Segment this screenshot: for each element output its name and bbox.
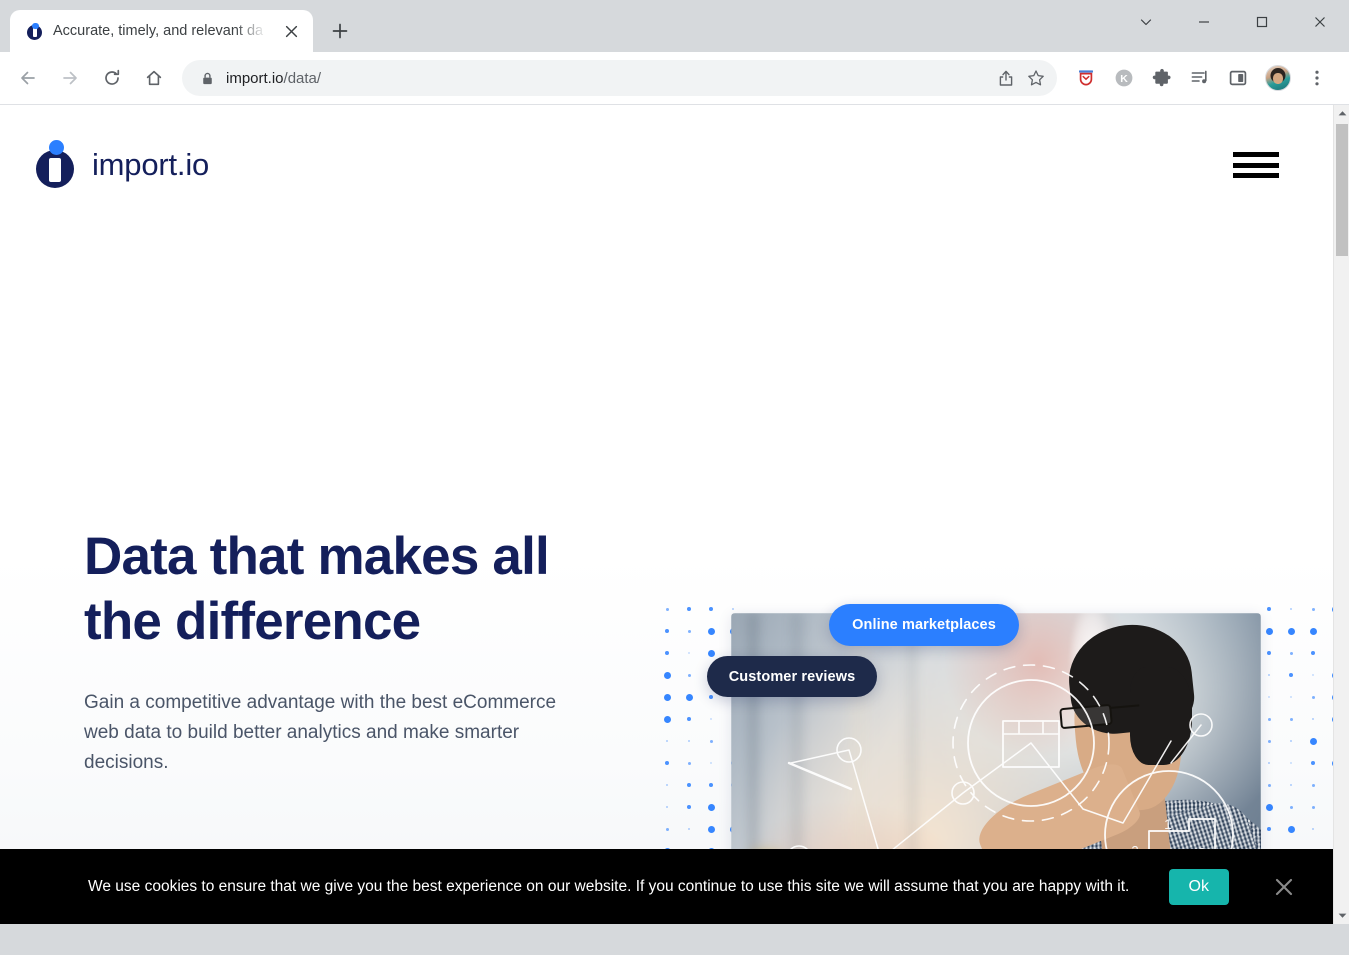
url-host: import.io (226, 69, 284, 87)
tab-strip: Accurate, timely, and relevant da (0, 0, 1117, 52)
cookie-close-icon[interactable] (1269, 872, 1299, 902)
tab-title: Accurate, timely, and relevant da (53, 23, 264, 39)
browser-toolbar: import.io/data/ K (0, 52, 1349, 104)
tab-search-chevron-down-icon[interactable] (1117, 0, 1175, 44)
browser-titlebar: Accurate, timely, and relevant da (0, 0, 1349, 52)
reload-icon[interactable] (92, 58, 132, 98)
scrollbar-up-arrow-icon[interactable] (1334, 105, 1349, 122)
page-title: Data that makes all the difference (84, 525, 624, 654)
share-icon[interactable] (991, 63, 1021, 93)
page-scrollbar[interactable] (1333, 105, 1349, 924)
eyeglasses (1058, 703, 1113, 729)
svg-text:K: K (1120, 73, 1128, 85)
cookie-consent-banner: We use cookies to ensure that we give yo… (0, 849, 1333, 924)
window-controls (1117, 0, 1349, 52)
importio-logo-favicon-icon (26, 22, 43, 40)
browser-window: Accurate, timely, and relevant da import… (0, 0, 1349, 955)
web-page: import.io Data that makes all the differ… (0, 105, 1333, 924)
cookie-accept-button[interactable]: Ok (1168, 868, 1229, 905)
media-playlist-icon[interactable] (1183, 61, 1217, 95)
importio-logo-icon (32, 140, 76, 190)
profile-avatar[interactable] (1261, 61, 1295, 95)
puzzle-extensions-icon[interactable] (1145, 61, 1179, 95)
lock-icon (198, 69, 216, 87)
shield-extension-icon[interactable] (1069, 61, 1103, 95)
page-viewport: import.io Data that makes all the differ… (0, 104, 1349, 924)
hero-title-line-2: the difference (84, 591, 421, 651)
bookmark-star-icon[interactable] (1021, 63, 1051, 93)
maximize-icon[interactable] (1233, 0, 1291, 44)
browser-tab[interactable]: Accurate, timely, and relevant da (10, 10, 313, 52)
url-text: import.io/data/ (226, 70, 991, 87)
hamburger-menu-icon[interactable] (1233, 150, 1279, 180)
three-dot-menu-icon[interactable] (1297, 58, 1337, 98)
arrow-right-icon[interactable] (50, 58, 90, 98)
new-tab-button[interactable] (323, 14, 357, 48)
cookie-message: We use cookies to ensure that we give yo… (88, 877, 1130, 895)
arrow-left-icon[interactable] (8, 58, 48, 98)
minimize-icon[interactable] (1175, 0, 1233, 44)
hero-pill-online-marketplaces: Online marketplaces (829, 604, 1019, 646)
side-panel-icon[interactable] (1221, 61, 1255, 95)
avatar (1265, 65, 1291, 91)
scrollbar-thumb[interactable] (1336, 124, 1348, 256)
hero-section: Data that makes all the difference Gain … (0, 225, 1333, 924)
hero-title-line-1: Data that makes all (84, 527, 550, 586)
k-extension-icon[interactable]: K (1107, 61, 1141, 95)
hero-copy: Data that makes all the difference Gain … (84, 225, 624, 778)
hero-pill-customer-reviews: Customer reviews (707, 656, 877, 697)
hero-subtitle: Gain a competitive advantage with the be… (84, 692, 557, 774)
site-header: import.io (0, 105, 1333, 225)
tab-close-icon[interactable] (279, 19, 303, 43)
window-close-icon[interactable] (1291, 0, 1349, 44)
url-path: /data/ (283, 69, 322, 87)
home-icon[interactable] (134, 58, 174, 98)
scrollbar-down-arrow-icon[interactable] (1334, 907, 1349, 924)
address-bar[interactable]: import.io/data/ (182, 60, 1057, 96)
site-brand[interactable]: import.io (32, 140, 209, 190)
brand-name: import.io (92, 147, 210, 182)
